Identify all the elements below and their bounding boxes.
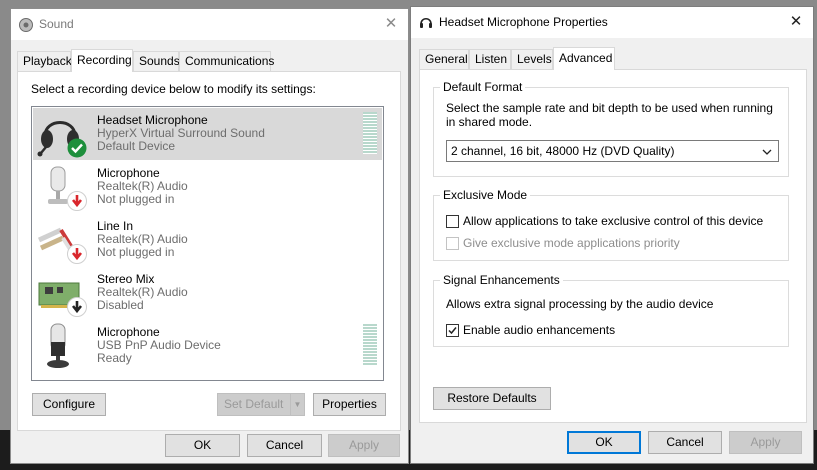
properties-button[interactable]: Properties bbox=[313, 393, 386, 416]
list-item[interactable]: Line In Realtek(R) Audio Not plugged in bbox=[33, 214, 382, 266]
device-list[interactable]: Headset Microphone HyperX Virtual Surrou… bbox=[31, 106, 384, 381]
level-meter bbox=[363, 324, 377, 366]
tab-levels[interactable]: Levels bbox=[511, 49, 553, 69]
enable-enhancements-checkbox[interactable] bbox=[446, 324, 459, 337]
device-status: Not plugged in bbox=[97, 192, 175, 206]
chevron-down-icon bbox=[762, 149, 772, 155]
close-button[interactable]: ✕ bbox=[374, 9, 408, 40]
instruction-text: Select a recording device below to modif… bbox=[31, 82, 316, 96]
device-status: Ready bbox=[97, 351, 132, 365]
exclusive-control-checkbox[interactable] bbox=[446, 215, 459, 228]
exclusive-priority-label[interactable]: Give exclusive mode applications priorit… bbox=[463, 236, 680, 250]
tab-recording[interactable]: Recording bbox=[71, 49, 133, 72]
tab-bar: General Listen Levels Advanced bbox=[419, 47, 719, 70]
signal-enhancements-group: Signal Enhancements Allows extra signal … bbox=[433, 273, 789, 347]
speaker-icon bbox=[19, 18, 33, 32]
enable-enhancements-label[interactable]: Enable audio enhancements bbox=[463, 323, 615, 337]
title-bar[interactable]: Headset Microphone Properties ✕ bbox=[411, 7, 813, 38]
checkmark-icon bbox=[448, 327, 457, 335]
tab-communications[interactable]: Communications bbox=[179, 51, 274, 71]
title-bar[interactable]: Sound ✕ bbox=[11, 9, 408, 40]
restore-defaults-button[interactable]: Restore Defaults bbox=[433, 387, 551, 410]
device-name: Headset Microphone bbox=[97, 113, 208, 127]
device-driver: Realtek(R) Audio bbox=[97, 285, 188, 299]
exclusive-mode-group: Exclusive Mode Allow applications to tak… bbox=[433, 188, 789, 261]
format-description: Select the sample rate and bit depth to … bbox=[446, 101, 773, 129]
group-title: Default Format bbox=[440, 80, 526, 94]
tab-sounds[interactable]: Sounds bbox=[133, 51, 180, 71]
device-name: Microphone bbox=[97, 325, 160, 339]
configure-button[interactable]: Configure bbox=[32, 393, 106, 416]
default-format-group: Default Format Select the sample rate an… bbox=[433, 80, 789, 177]
group-title: Signal Enhancements bbox=[440, 273, 563, 287]
device-name: Stereo Mix bbox=[97, 272, 155, 286]
apply-button[interactable]: Apply bbox=[729, 431, 802, 454]
device-driver: HyperX Virtual Surround Sound bbox=[97, 126, 265, 140]
usb-microphone-icon bbox=[47, 323, 69, 368]
close-button[interactable]: ✕ bbox=[779, 7, 813, 38]
device-status: Not plugged in bbox=[97, 245, 175, 259]
exclusive-control-label[interactable]: Allow applications to take exclusive con… bbox=[463, 214, 763, 228]
tab-advanced[interactable]: Advanced bbox=[553, 47, 615, 70]
window-title: Sound bbox=[39, 17, 74, 31]
device-status: Default Device bbox=[97, 139, 176, 153]
device-driver: Realtek(R) Audio bbox=[97, 179, 188, 193]
chevron-down-icon[interactable]: ▼ bbox=[290, 394, 304, 415]
exclusive-priority-checkbox[interactable] bbox=[446, 237, 459, 250]
format-select-value: 2 channel, 16 bit, 48000 Hz (DVD Quality… bbox=[451, 144, 675, 158]
ok-button[interactable]: OK bbox=[567, 431, 641, 454]
cancel-button[interactable]: Cancel bbox=[247, 434, 322, 457]
list-item[interactable]: Stereo Mix Realtek(R) Audio Disabled bbox=[33, 267, 382, 319]
list-item[interactable]: Headset Microphone HyperX Virtual Surrou… bbox=[33, 108, 382, 160]
list-item[interactable]: Microphone USB PnP Audio Device Ready bbox=[33, 320, 382, 372]
unplugged-badge-icon bbox=[67, 191, 87, 211]
level-meter bbox=[363, 112, 377, 154]
ok-button[interactable]: OK bbox=[165, 434, 240, 457]
group-title: Exclusive Mode bbox=[440, 188, 531, 202]
device-name: Line In bbox=[97, 219, 134, 233]
tab-bar: Playback Recording Sounds Communications bbox=[17, 49, 397, 72]
format-select[interactable]: 2 channel, 16 bit, 48000 Hz (DVD Quality… bbox=[446, 140, 779, 162]
enhancements-description: Allows extra signal processing by the au… bbox=[446, 297, 714, 311]
tab-general[interactable]: General bbox=[419, 49, 469, 69]
check-badge-icon bbox=[67, 138, 87, 158]
device-name: Microphone bbox=[97, 166, 160, 180]
list-item[interactable]: Microphone Realtek(R) Audio Not plugged … bbox=[33, 161, 382, 213]
apply-button[interactable]: Apply bbox=[328, 434, 400, 457]
properties-window: Headset Microphone Properties ✕ General … bbox=[410, 6, 814, 464]
device-status: Disabled bbox=[97, 298, 144, 312]
window-title: Headset Microphone Properties bbox=[439, 15, 608, 29]
headset-icon bbox=[420, 17, 432, 28]
tab-playback[interactable]: Playback bbox=[17, 51, 72, 71]
tab-listen[interactable]: Listen bbox=[469, 49, 511, 69]
set-default-button[interactable]: Set Default ▼ bbox=[217, 393, 305, 416]
device-driver: USB PnP Audio Device bbox=[97, 338, 221, 352]
unplugged-badge-icon bbox=[67, 244, 87, 264]
sound-window: Sound ✕ Playback Recording Sounds Commun… bbox=[10, 8, 409, 464]
disabled-badge-icon bbox=[67, 297, 87, 317]
device-driver: Realtek(R) Audio bbox=[97, 232, 188, 246]
cancel-button[interactable]: Cancel bbox=[648, 431, 722, 454]
set-default-label: Set Default bbox=[224, 397, 284, 411]
